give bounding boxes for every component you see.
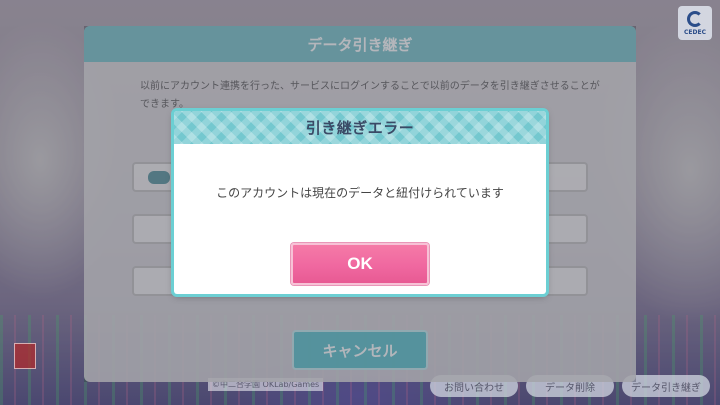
ok-button[interactable]: OK xyxy=(291,243,429,285)
circle-logo-icon xyxy=(687,10,703,27)
rating-badge xyxy=(14,343,36,369)
dialog-header: 引き継ぎエラー xyxy=(174,111,546,144)
top-right-badge-label: CEDEC xyxy=(684,28,706,36)
top-right-badge[interactable]: CEDEC xyxy=(678,6,712,40)
dialog-title: 引き継ぎエラー xyxy=(305,119,415,137)
transfer-error-dialog: 引き継ぎエラー このアカウントは現在のデータと紐付けられています OK xyxy=(174,111,546,294)
dialog-message: このアカウントは現在のデータと紐付けられています xyxy=(216,186,504,200)
